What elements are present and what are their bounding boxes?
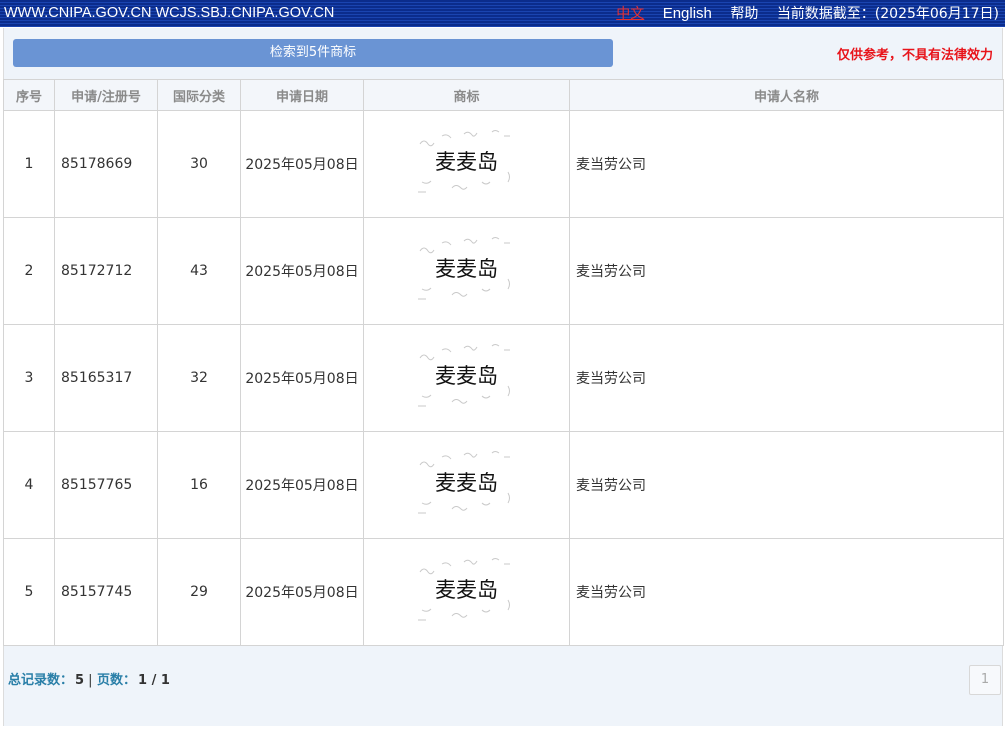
table-row: 5 85157745 29 2025年05月08日 麦麦岛 麦当劳公司 xyxy=(3,538,1004,646)
pager-page-button[interactable]: 1 xyxy=(969,665,1001,695)
cell-applicant: 麦当劳公司 xyxy=(569,110,1004,218)
header-date: 申请日期 xyxy=(240,79,364,111)
cell-date: 2025年05月08日 xyxy=(240,324,364,432)
cell-no: 5 xyxy=(3,538,55,646)
cell-no: 4 xyxy=(3,431,55,539)
cell-mark: 麦麦岛 xyxy=(363,110,570,218)
header-no: 序号 xyxy=(3,79,55,111)
table-header-row: 序号 申请/注册号 国际分类 申请日期 商标 申请人名称 xyxy=(3,79,1004,111)
trademark-image[interactable]: 麦麦岛 xyxy=(412,122,522,202)
footer-separator: | xyxy=(88,673,93,688)
lang-chinese-link[interactable]: 中文 xyxy=(616,6,644,22)
cell-class: 30 xyxy=(157,110,241,218)
trademark-image[interactable]: 麦麦岛 xyxy=(412,229,522,309)
cell-date: 2025年05月08日 xyxy=(240,110,364,218)
top-bar: WWW.CNIPA.GOV.CN WCJS.SBJ.CNIPA.GOV.CN 中… xyxy=(0,0,1005,27)
header-mark: 商标 xyxy=(363,79,570,111)
data-date-text: 当前数据截至：(2025年06月17日) xyxy=(776,6,999,22)
reg-number-link[interactable]: 85157745 xyxy=(54,538,158,646)
table-row: 2 85172712 43 2025年05月08日 麦麦岛 麦当劳公司 xyxy=(3,217,1004,325)
results-table: 序号 申请/注册号 国际分类 申请日期 商标 申请人名称 1 85178669 … xyxy=(3,79,1004,646)
reg-number-link[interactable]: 85172712 xyxy=(54,217,158,325)
trademark-text: 麦麦岛 xyxy=(435,257,498,281)
trademark-text: 麦麦岛 xyxy=(435,578,498,602)
cell-mark: 麦麦岛 xyxy=(363,538,570,646)
cell-class: 16 xyxy=(157,431,241,539)
trademark-image[interactable]: 麦麦岛 xyxy=(412,550,522,630)
top-nav: 中文 English 帮助 当前数据截至：(2025年06月17日) xyxy=(602,0,999,28)
cell-class: 43 xyxy=(157,217,241,325)
cell-applicant: 麦当劳公司 xyxy=(569,324,1004,432)
header-applicant: 申请人名称 xyxy=(569,79,1004,111)
trademark-image[interactable]: 麦麦岛 xyxy=(412,336,522,416)
cell-no: 1 xyxy=(3,110,55,218)
cell-date: 2025年05月08日 xyxy=(240,431,364,539)
cell-class: 32 xyxy=(157,324,241,432)
reg-number-link[interactable]: 85178669 xyxy=(54,110,158,218)
site-urls: WWW.CNIPA.GOV.CN WCJS.SBJ.CNIPA.GOV.CN xyxy=(4,5,335,21)
lang-english-link[interactable]: English xyxy=(663,5,712,22)
trademark-text: 麦麦岛 xyxy=(435,471,498,495)
trademark-text: 麦麦岛 xyxy=(435,150,498,174)
cell-date: 2025年05月08日 xyxy=(240,538,364,646)
trademark-text: 麦麦岛 xyxy=(435,364,498,388)
cell-mark: 麦麦岛 xyxy=(363,431,570,539)
cell-no: 2 xyxy=(3,217,55,325)
page-count-label: 页数： xyxy=(96,673,136,688)
pagination-summary: 总记录数： 5 | 页数： 1 / 1 xyxy=(8,669,174,688)
reg-number-link[interactable]: 85157765 xyxy=(54,431,158,539)
total-records-label: 总记录数： xyxy=(8,673,74,688)
total-records-value: 5 xyxy=(75,673,85,688)
cell-no: 3 xyxy=(3,324,55,432)
cell-applicant: 麦当劳公司 xyxy=(569,217,1004,325)
header-class: 国际分类 xyxy=(157,79,241,111)
table-row: 1 85178669 30 2025年05月08日 麦麦岛 麦当劳公司 xyxy=(3,110,1004,218)
cell-applicant: 麦当劳公司 xyxy=(569,431,1004,539)
result-summary-bar: 检索到5件商标 xyxy=(13,39,613,67)
cell-date: 2025年05月08日 xyxy=(240,217,364,325)
table-row: 3 85165317 32 2025年05月08日 麦麦岛 麦当劳公司 xyxy=(3,324,1004,432)
cell-class: 29 xyxy=(157,538,241,646)
cell-applicant: 麦当劳公司 xyxy=(569,538,1004,646)
table-row: 4 85157765 16 2025年05月08日 麦麦岛 麦当劳公司 xyxy=(3,431,1004,539)
trademark-image[interactable]: 麦麦岛 xyxy=(412,443,522,523)
reg-number-link[interactable]: 85165317 xyxy=(54,324,158,432)
disclaimer-text: 仅供参考，不具有法律效力 xyxy=(836,48,993,63)
help-link[interactable]: 帮助 xyxy=(730,6,758,22)
cell-mark: 麦麦岛 xyxy=(363,324,570,432)
page-count-value: 1 / 1 xyxy=(138,673,170,688)
header-reg-no: 申请/注册号 xyxy=(54,79,158,111)
cell-mark: 麦麦岛 xyxy=(363,217,570,325)
